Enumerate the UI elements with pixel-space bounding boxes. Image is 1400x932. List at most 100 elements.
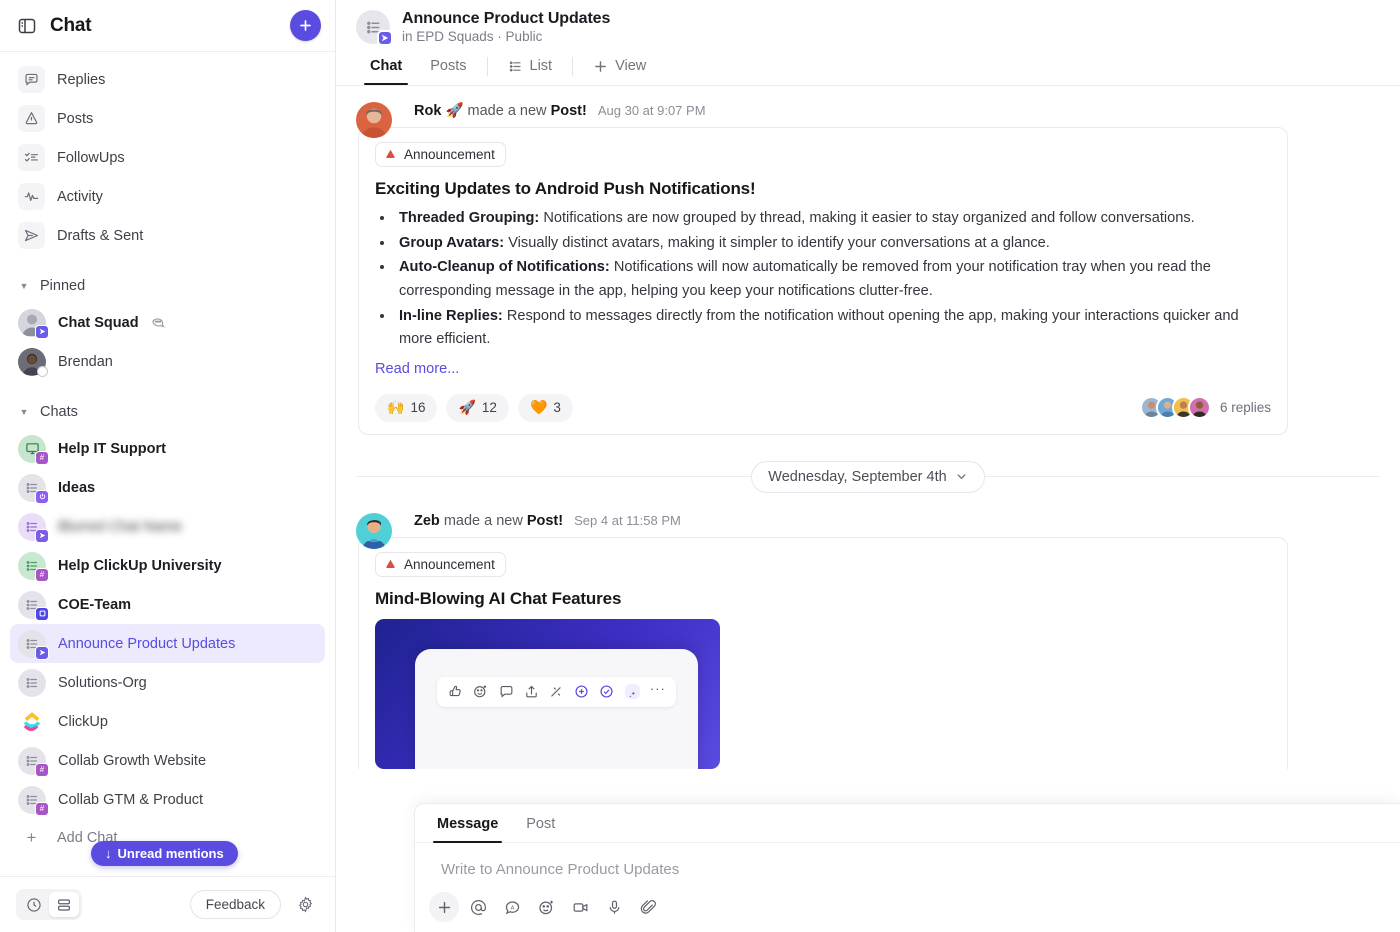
panel-toggle-icon[interactable] — [16, 15, 38, 37]
feedback-button[interactable]: Feedback — [189, 890, 281, 919]
tab-label: Message — [437, 816, 499, 832]
check-circle-icon — [599, 684, 614, 699]
sidebar-section-chats[interactable]: ▼ Chats — [10, 395, 325, 429]
avatar — [18, 590, 49, 621]
composer-tab-message[interactable]: Message — [423, 804, 512, 843]
sidebar-chat-collab-growth-website[interactable]: # Collab Growth Website — [10, 741, 325, 780]
tab-add-view[interactable]: View — [579, 52, 660, 85]
svg-text:A: A — [510, 905, 514, 911]
chat-name: COE-Team — [58, 596, 132, 613]
replies-count-label: 6 replies — [1219, 400, 1271, 416]
stacked-rows-icon[interactable] — [49, 892, 79, 917]
tab-label: Posts — [430, 58, 467, 74]
sidebar-chat-clickup[interactable]: ClickUp — [10, 702, 325, 741]
avatar: # — [18, 434, 49, 465]
plus-icon: + — [26, 828, 37, 847]
sidebar-item-label: Replies — [57, 71, 106, 88]
sidebar-chat-ideas[interactable]: Ideas — [10, 468, 325, 507]
sidebar-chat-coe-team[interactable]: COE-Team — [10, 585, 325, 624]
chat-name: Chat Squad — [58, 314, 139, 331]
avatar — [18, 629, 49, 660]
video-icon[interactable] — [565, 892, 595, 922]
sidebar-chat-announce-product-updates[interactable]: Announce Product Updates — [10, 624, 325, 663]
tab-posts[interactable]: Posts — [416, 52, 480, 85]
tab-list[interactable]: List — [494, 52, 567, 85]
badge-label: Announcement — [404, 147, 495, 162]
sidebar-item-followups[interactable]: FollowUps — [10, 138, 325, 177]
badge-send-icon — [35, 528, 49, 543]
reaction-emoji: 🙌 — [387, 399, 405, 416]
read-more-link[interactable]: Read more... — [375, 361, 459, 377]
divider-line — [984, 476, 1380, 478]
sidebar-chat-collab-gtm-product[interactable]: # Collab GTM & Product — [10, 780, 325, 819]
badge-hash-icon: # — [35, 762, 49, 777]
bullet-text: Visually distinct avatars, making it sim… — [504, 234, 1050, 251]
post-card: Announcement Exciting Updates to Android… — [358, 127, 1288, 435]
status-dot-icon — [37, 365, 48, 377]
post-meta: Rok 🚀 made a new Post! Aug 30 at 9:07 PM — [414, 102, 1380, 119]
avatar — [18, 308, 49, 339]
sidebar: Chat Replies Posts FollowUps Activity Dr… — [0, 0, 336, 932]
unread-mentions-button[interactable]: ↓ Unread mentions — [91, 841, 238, 866]
unread-mentions-label: Unread mentions — [117, 846, 224, 861]
message-input[interactable]: Write to Announce Product Updates — [415, 843, 1400, 892]
main-panel: Announce Product Updates in EPD Squads ·… — [336, 0, 1400, 932]
sidebar-item-replies[interactable]: Replies — [10, 60, 325, 99]
reaction-chip[interactable]: 🙌 16 — [375, 393, 438, 422]
post-image-preview[interactable]: ··· — [375, 618, 720, 769]
sidebar-chat-chat-squad[interactable]: Chat Squad — [10, 303, 325, 342]
channel-header-top: Announce Product Updates in EPD Squads ·… — [356, 10, 1380, 46]
microphone-icon[interactable] — [599, 892, 629, 922]
reaction-chip[interactable]: 🧡 3 — [517, 393, 573, 422]
attachment-clip-icon[interactable] — [633, 892, 663, 922]
new-chat-button[interactable] — [290, 10, 321, 41]
channel-header: Announce Product Updates in EPD Squads ·… — [336, 0, 1400, 86]
emoji-icon[interactable] — [531, 892, 561, 922]
replies-summary[interactable]: 6 replies — [1139, 396, 1271, 420]
sidebar-chat-help-it-support[interactable]: # Help IT Support — [10, 429, 325, 468]
sidebar-item-posts[interactable]: Posts — [10, 99, 325, 138]
post-timestamp: Aug 30 at 9:07 PM — [597, 103, 706, 118]
composer-tab-post[interactable]: Post — [512, 804, 569, 842]
ai-assist-icon[interactable]: A — [497, 892, 527, 922]
sidebar-section-pinned[interactable]: ▼ Pinned — [10, 269, 325, 303]
status-badge: Announcement — [375, 551, 506, 577]
composer-toolbar: A — [415, 892, 1400, 922]
sidebar-chat-help-clickup-university[interactable]: # Help ClickUp University — [10, 546, 325, 585]
reaction-chip[interactable]: 🚀 12 — [446, 393, 509, 422]
bullet-lead: In-line Replies: — [399, 307, 503, 324]
send-icon — [18, 222, 45, 249]
reaction-emoji: 🚀 — [458, 399, 476, 416]
avatar[interactable] — [356, 102, 392, 138]
ai-sparkle-icon — [624, 684, 640, 700]
reaction-count: 12 — [481, 400, 497, 416]
sidebar-item-drafts-sent[interactable]: Drafts & Sent — [10, 216, 325, 255]
bullet-text: Respond to messages directly from the no… — [399, 307, 1239, 348]
sidebar-chat-blurred[interactable]: Blurred Chat Name — [10, 507, 325, 546]
sidebar-chat-solutions-org[interactable]: Solutions-Org — [10, 663, 325, 702]
badge-send-icon — [35, 324, 49, 339]
chat-name: Blurred Chat Name — [58, 518, 183, 535]
avatar[interactable] — [356, 512, 392, 549]
badge-box-icon — [35, 606, 49, 621]
chat-name: Help ClickUp University — [58, 557, 222, 574]
tab-chat[interactable]: Chat — [356, 52, 416, 85]
gear-icon[interactable] — [291, 891, 319, 919]
date-pill[interactable]: Wednesday, September 4th — [751, 460, 985, 493]
clock-icon[interactable] — [19, 892, 49, 917]
megaphone-icon — [18, 105, 45, 132]
sidebar-item-label: Activity — [57, 188, 103, 205]
checklist-icon — [18, 144, 45, 171]
sidebar-chat-brendan[interactable]: Brendan — [10, 342, 325, 381]
tab-label: View — [615, 58, 647, 74]
mention-at-icon[interactable] — [463, 892, 493, 922]
bullet-lead: Group Avatars: — [399, 234, 505, 251]
add-circle-icon — [574, 684, 589, 699]
sidebar-scroll-area[interactable]: Replies Posts FollowUps Activity Drafts … — [0, 52, 335, 876]
avatar: # — [18, 785, 49, 816]
post-item: Zeb made a new Post! Sep 4 at 11:58 PM A… — [336, 493, 1400, 769]
post-heading: Mind-Blowing AI Chat Features — [375, 588, 622, 608]
post-action: made a new — [443, 512, 523, 529]
plus-icon[interactable] — [429, 892, 459, 922]
sidebar-item-activity[interactable]: Activity — [10, 177, 325, 216]
